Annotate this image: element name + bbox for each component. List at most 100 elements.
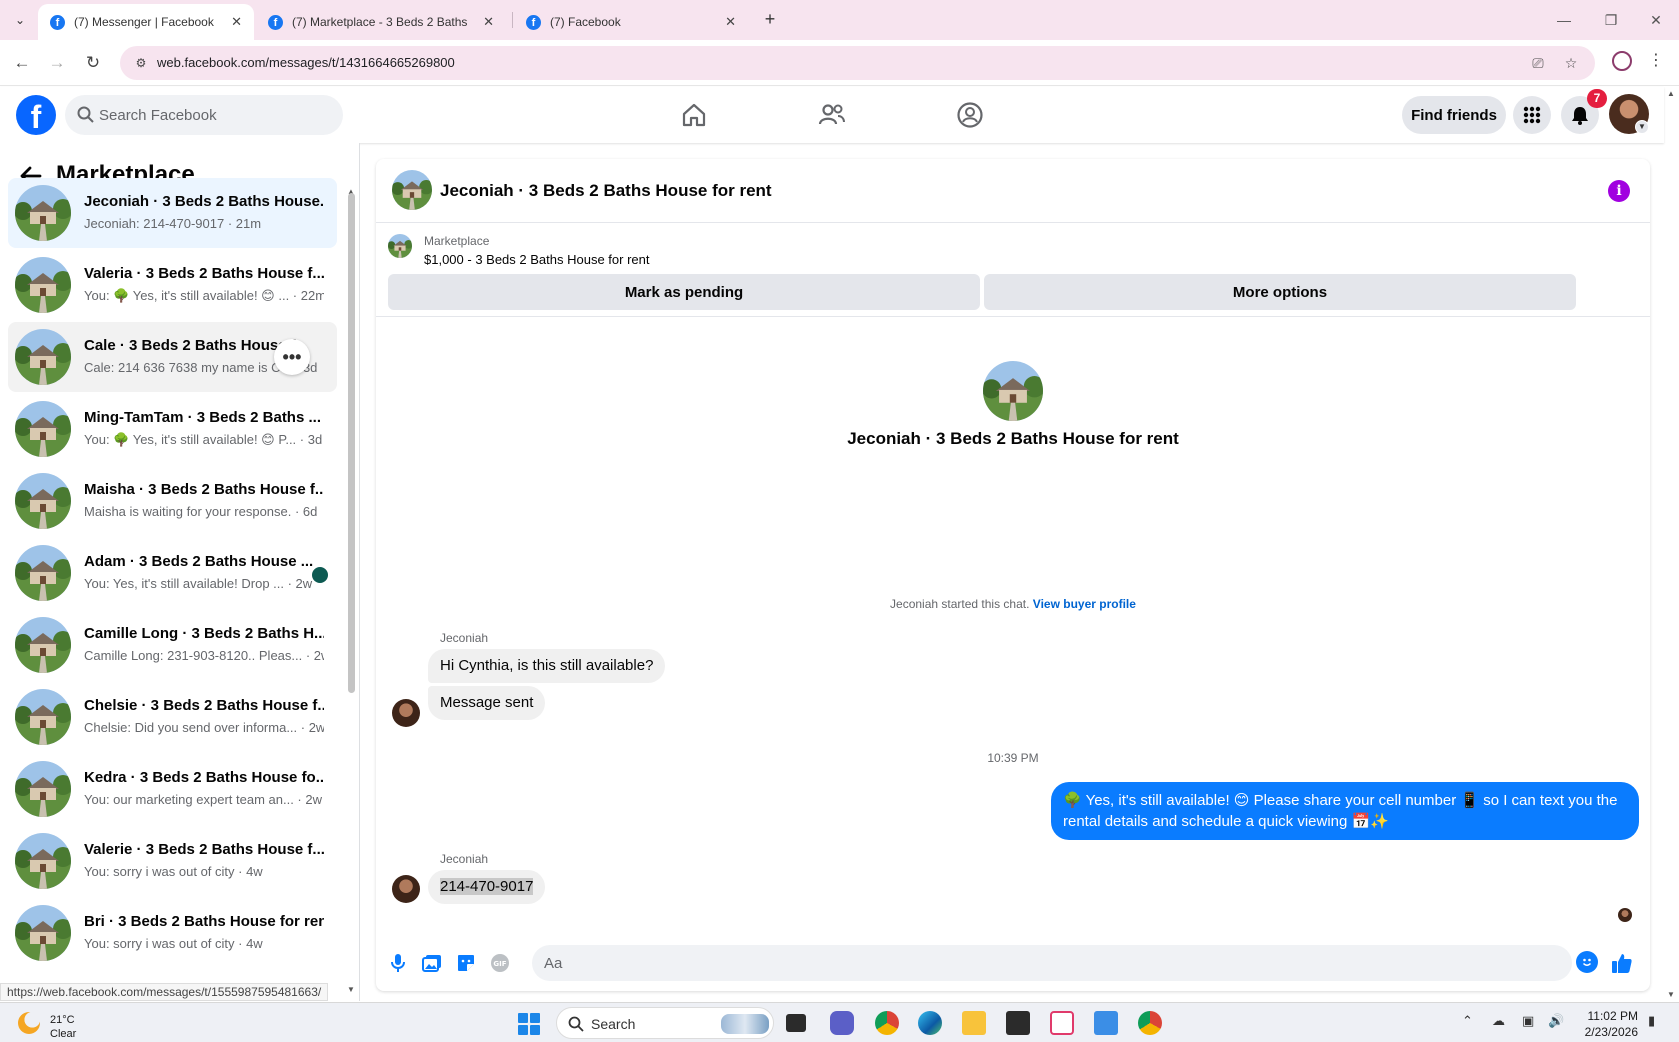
tab-messenger[interactable]: f (7) Messenger | Facebook ✕ bbox=[38, 4, 254, 40]
site-info-icon[interactable]: ⚙ bbox=[132, 54, 150, 72]
weather-condition[interactable]: Clear bbox=[50, 1028, 76, 1040]
onedrive-icon[interactable]: ☁ bbox=[1492, 1013, 1505, 1029]
conversation-item[interactable]: Kedra · 3 Beds 2 Baths House fo... You: o… bbox=[8, 754, 337, 824]
notification-center-icon[interactable]: ▮ bbox=[1648, 1013, 1655, 1029]
minimize-button[interactable]: — bbox=[1549, 8, 1579, 32]
smiley-icon bbox=[1582, 958, 1592, 966]
sidebar-scrollbar[interactable] bbox=[348, 193, 355, 693]
message-composer: GIF bbox=[376, 935, 1650, 991]
conversation-preview: You: 🌳 Yes, it's still available! 😊 P...… bbox=[84, 432, 323, 447]
page-scroll-up-icon[interactable]: ▲ bbox=[1667, 89, 1675, 98]
outgoing-message[interactable]: 🌳 Yes, it's still available! 😊 Please sh… bbox=[1051, 782, 1639, 840]
conversation-item[interactable]: Jeconiah · 3 Beds 2 Baths House... Jeconi… bbox=[8, 178, 337, 248]
notepad-icon[interactable] bbox=[1094, 1011, 1118, 1035]
chevron-down-icon[interactable]: ▼ bbox=[1635, 120, 1649, 134]
facebook-search[interactable] bbox=[65, 95, 343, 135]
listing-thumbnail[interactable] bbox=[392, 170, 432, 210]
sticky-notes-icon[interactable] bbox=[1006, 1011, 1030, 1035]
weather-temperature[interactable]: 21°C bbox=[50, 1014, 75, 1026]
window-close-button[interactable]: ✕ bbox=[1641, 8, 1671, 32]
tab-facebook[interactable]: f (7) Facebook ✕ bbox=[514, 4, 748, 40]
conversation-item[interactable]: Camille Long · 3 Beds 2 Baths H... Camill… bbox=[8, 610, 337, 680]
search-input[interactable] bbox=[99, 95, 329, 135]
conversation-item[interactable]: Valerie · 3 Beds 2 Baths House f... You: … bbox=[8, 826, 337, 896]
chrome-profile-icon[interactable] bbox=[1138, 1011, 1162, 1035]
tab-search-chevron-icon[interactable]: ⌄ bbox=[8, 9, 32, 31]
close-icon[interactable]: ✕ bbox=[725, 4, 736, 40]
incoming-message[interactable]: Hi Cynthia, is this still available? bbox=[428, 649, 666, 683]
facebook-favicon-icon: f bbox=[526, 15, 541, 30]
back-button[interactable]: ← bbox=[10, 51, 34, 75]
conversation-item[interactable]: Valeria · 3 Beds 2 Baths House f... You: … bbox=[8, 250, 337, 320]
network-icon[interactable]: ▣ bbox=[1522, 1013, 1534, 1029]
conversation-item[interactable]: Maisha · 3 Beds 2 Baths House f... Maisha… bbox=[8, 466, 337, 536]
reload-button[interactable]: ↻ bbox=[81, 51, 105, 75]
incoming-message[interactable]: Message sent bbox=[428, 686, 546, 720]
info-icon[interactable]: i bbox=[1608, 180, 1630, 202]
close-icon[interactable]: ✕ bbox=[231, 4, 242, 40]
sender-avatar[interactable] bbox=[392, 875, 420, 903]
conversation-item[interactable]: Cale · 3 Beds 2 Baths House f... Cale: 21… bbox=[8, 322, 337, 392]
page-scroll-down-icon[interactable]: ▼ bbox=[1667, 990, 1675, 999]
install-app-icon[interactable]: ⎚ bbox=[1528, 53, 1548, 73]
nav-friends[interactable] bbox=[776, 95, 888, 135]
browser-profile-icon[interactable] bbox=[1612, 51, 1632, 71]
chat-title[interactable]: Jeconiah · 3 Beds 2 Baths House for rent bbox=[440, 181, 772, 201]
conversation-preview: You: 🌳 Yes, it's still available! 😊 ... … bbox=[84, 288, 324, 303]
conversation-item[interactable]: Bri · 3 Beds 2 Baths House for rent You: … bbox=[8, 898, 337, 968]
scroll-down-arrow-icon[interactable]: ▼ bbox=[347, 985, 355, 994]
conversation-item[interactable]: Ming-TamTam · 3 Beds 2 Baths ... You: 🌳 Y… bbox=[8, 394, 337, 464]
gif-button[interactable]: GIF bbox=[488, 951, 512, 975]
attach-photo-button[interactable] bbox=[420, 951, 444, 975]
conversation-title: Chelsie · 3 Beds 2 Baths House f... bbox=[84, 697, 324, 714]
new-tab-button[interactable]: + bbox=[758, 8, 782, 32]
emoji-button[interactable] bbox=[1576, 951, 1598, 973]
sender-name: Jeconiah bbox=[440, 852, 489, 866]
edge-icon[interactable] bbox=[918, 1011, 942, 1035]
mark-as-pending-button[interactable]: Mark as pending bbox=[388, 274, 980, 310]
sender-avatar[interactable] bbox=[392, 699, 420, 727]
nav-groups[interactable] bbox=[914, 95, 1026, 135]
bookmark-star-icon[interactable]: ☆ bbox=[1561, 53, 1581, 73]
message-input[interactable] bbox=[532, 945, 1572, 981]
more-options-button[interactable]: More options bbox=[984, 274, 1576, 310]
clock-time[interactable]: 11:02 PM bbox=[1548, 1009, 1638, 1023]
conversation-item[interactable]: Chelsie · 3 Beds 2 Baths House f... Chels… bbox=[8, 682, 337, 752]
restore-button[interactable]: ❐ bbox=[1596, 8, 1626, 32]
facebook-logo[interactable]: f bbox=[16, 95, 56, 135]
like-button[interactable] bbox=[1608, 949, 1636, 977]
start-button[interactable] bbox=[518, 1013, 540, 1035]
windows-taskbar: 21°C Clear Search ⌃ ☁ ▣ 🔊 11:02 PM 2/23/… bbox=[0, 1002, 1679, 1042]
clock-date[interactable]: 2/23/2026 bbox=[1548, 1025, 1638, 1039]
address-bar[interactable]: ⚙ web.facebook.com/messages/t/1431664665… bbox=[120, 46, 1595, 80]
conversation-title: Bri · 3 Beds 2 Baths House for rent bbox=[84, 913, 324, 930]
view-buyer-profile-link[interactable]: View buyer profile bbox=[1033, 597, 1136, 611]
voice-clip-button[interactable] bbox=[386, 951, 410, 975]
show-hidden-icons-icon[interactable]: ⌃ bbox=[1462, 1013, 1473, 1029]
menu-button[interactable] bbox=[1513, 96, 1551, 134]
listing-price[interactable]: $1,000 - 3 Beds 2 Baths House for rent bbox=[424, 252, 649, 267]
find-friends-button[interactable]: Find friends bbox=[1402, 96, 1506, 134]
sticker-button[interactable] bbox=[454, 951, 478, 975]
file-explorer-icon[interactable] bbox=[962, 1011, 986, 1035]
browser-menu-icon[interactable]: ⋮ bbox=[1648, 50, 1664, 70]
conversation-title: Valeria · 3 Beds 2 Baths House f... bbox=[84, 265, 324, 282]
task-view-icon[interactable] bbox=[786, 1014, 806, 1032]
more-options-icon[interactable]: ••• bbox=[274, 339, 310, 375]
thumbs-up-icon bbox=[1612, 954, 1632, 973]
chrome-icon[interactable] bbox=[875, 1011, 899, 1035]
microphone-icon bbox=[391, 954, 405, 972]
listing-small-thumbnail[interactable] bbox=[388, 234, 412, 258]
close-icon[interactable]: ✕ bbox=[483, 4, 494, 40]
facebook-favicon-icon: f bbox=[50, 15, 65, 30]
teams-chat-icon[interactable] bbox=[830, 1011, 854, 1035]
weather-moon-icon[interactable] bbox=[18, 1012, 40, 1034]
nav-home[interactable] bbox=[638, 95, 750, 135]
incoming-message[interactable]: 214-470-9017 bbox=[428, 870, 546, 904]
conversation-item[interactable]: Adam · 3 Beds 2 Baths House ... You: Yes,… bbox=[8, 538, 337, 608]
snipping-tool-icon[interactable] bbox=[1050, 1011, 1074, 1035]
taskbar-search[interactable]: Search bbox=[556, 1007, 774, 1039]
tab-marketplace[interactable]: f (7) Marketplace - 3 Beds 2 Baths ✕ bbox=[256, 4, 506, 40]
phone-number-text[interactable]: 214-470-9017 bbox=[440, 878, 534, 895]
forward-button[interactable]: → bbox=[45, 51, 69, 75]
